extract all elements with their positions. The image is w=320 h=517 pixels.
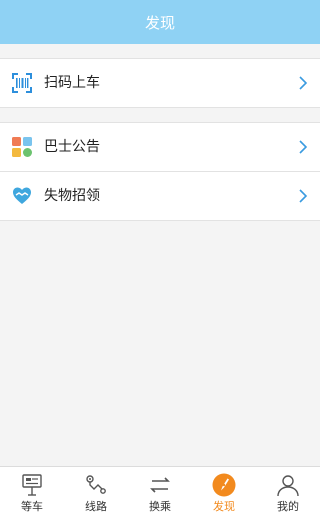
tab-mine[interactable]: 我的 — [256, 467, 320, 517]
menu-item-label: 巴士公告 — [44, 139, 100, 155]
chevron-right-icon — [299, 189, 308, 203]
menu-group-scan: 扫码上车 — [0, 58, 320, 108]
heart-hands-icon — [13, 187, 31, 204]
tab-label: 我的 — [277, 500, 299, 513]
tab-label: 换乘 — [149, 500, 171, 513]
menu-item-scan-to-board[interactable]: 扫码上车 — [0, 59, 320, 107]
profile-icon — [277, 475, 299, 497]
menu-group-info: 巴士公告 失物招领 — [0, 122, 320, 221]
discover-icon — [212, 473, 236, 497]
menu-item-label: 失物招领 — [44, 188, 100, 204]
tab-waiting[interactable]: 等车 — [0, 467, 64, 517]
tab-transfer[interactable]: 换乘 — [128, 467, 192, 517]
bus-stop-icon — [22, 474, 42, 496]
announcement-grid-icon — [12, 137, 32, 157]
menu-item-lost-and-found[interactable]: 失物招领 — [0, 171, 320, 220]
qr-scan-icon — [12, 73, 32, 93]
menu-item-label: 扫码上车 — [44, 75, 100, 91]
tab-routes[interactable]: 线路 — [64, 467, 128, 517]
page-title: 发现 — [144, 13, 175, 32]
chevron-right-icon — [299, 140, 308, 154]
transfer-icon — [150, 477, 170, 493]
tab-label: 线路 — [85, 500, 107, 513]
route-icon — [86, 475, 106, 494]
top-bar: 发现 — [0, 0, 320, 44]
chevron-right-icon — [299, 76, 308, 90]
tab-discover[interactable]: 发现 — [192, 467, 256, 517]
tab-label: 等车 — [21, 500, 43, 513]
menu-item-bus-announcements[interactable]: 巴士公告 — [0, 123, 320, 171]
bottom-tab-bar: 等车 线路 换乘 发现 我的 — [0, 466, 320, 517]
tab-label: 发现 — [213, 500, 235, 513]
